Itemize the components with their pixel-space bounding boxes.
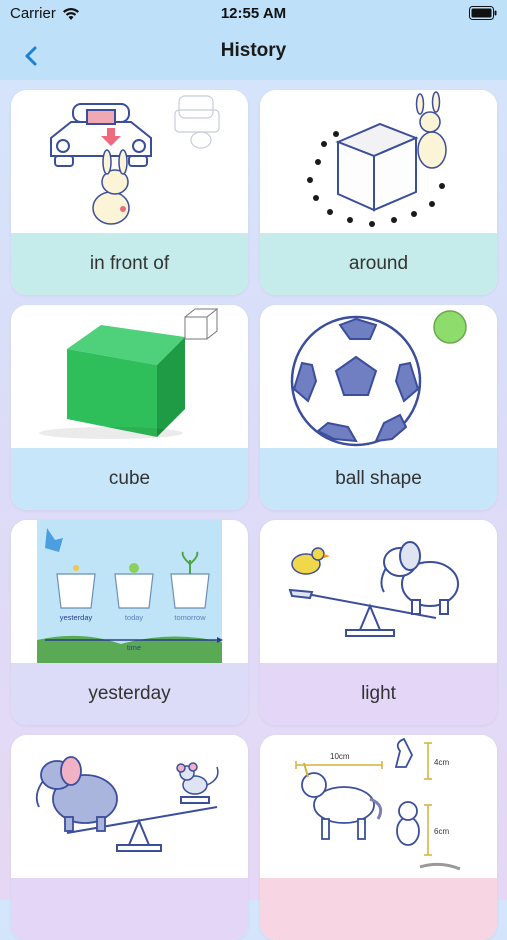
status-time: 12:55 AM [220, 5, 287, 22]
history-card[interactable]: in front of [11, 90, 248, 295]
card-label: ball shape [260, 448, 497, 510]
header-bar: Carrier 12:55 AM History [0, 0, 507, 80]
bunny-car-illustration [11, 90, 248, 233]
card-label: cube [11, 448, 248, 510]
status-bar: Carrier 12:55 AM [0, 0, 507, 28]
pot-label-today: today [125, 613, 144, 622]
measure-6cm: 6cm [434, 827, 449, 836]
history-card[interactable]: light [260, 520, 497, 725]
soccer-ball-illustration [260, 305, 497, 448]
history-card[interactable]: 10cm 4cm 6cm [260, 735, 497, 940]
page-title: History [220, 40, 287, 61]
card-label: light [260, 663, 497, 725]
unicorn-measure-illustration: 10cm 4cm 6cm [260, 735, 497, 878]
axis-label-time: time [127, 643, 141, 652]
history-card[interactable]: around [260, 90, 497, 295]
pot-label-tomorrow: tomorrow [174, 613, 206, 622]
card-label [11, 878, 248, 940]
battery-icon [469, 6, 497, 20]
measure-10cm: 10cm [330, 752, 350, 761]
bird-elephant-seesaw-illustration [260, 520, 497, 663]
measure-4cm: 4cm [434, 758, 449, 767]
card-label: in front of [11, 233, 248, 295]
card-label [260, 878, 497, 940]
history-card[interactable]: yesterday today tomorrow time yesterday [11, 520, 248, 725]
green-cube-illustration [11, 305, 248, 448]
plant-pots-illustration: yesterday today tomorrow time [11, 520, 248, 663]
history-card[interactable] [11, 735, 248, 940]
pot-label-yesterday: yesterday [60, 613, 93, 622]
card-label: around [260, 233, 497, 295]
elephant-mouse-seesaw-illustration [11, 735, 248, 878]
card-label: yesterday [11, 663, 248, 725]
history-card[interactable]: cube [11, 305, 248, 510]
history-card[interactable]: ball shape [260, 305, 497, 510]
box-pawprints-illustration [260, 90, 497, 233]
